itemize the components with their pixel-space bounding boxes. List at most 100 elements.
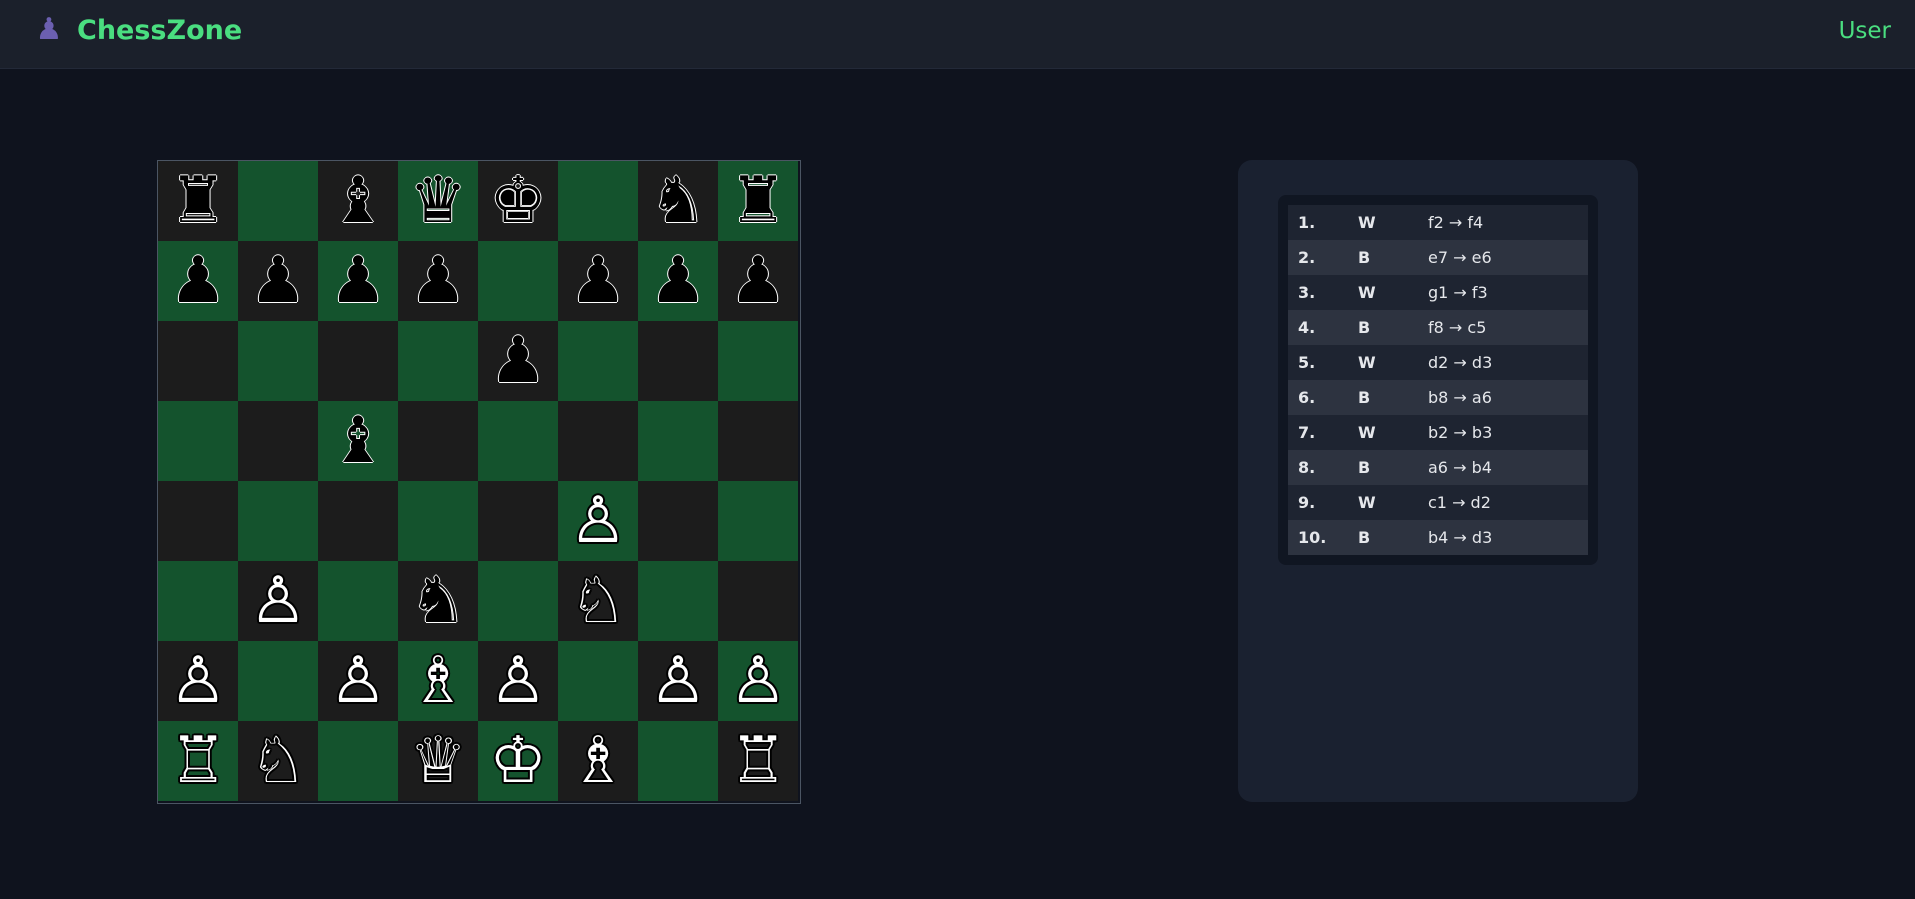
black-bishop-icon[interactable]: ♝: [329, 169, 386, 233]
square-h6[interactable]: [718, 321, 798, 401]
square-b8[interactable]: [238, 161, 318, 241]
black-bishop-icon[interactable]: ♝: [329, 409, 386, 473]
square-g7[interactable]: ♟: [638, 241, 718, 321]
square-c2[interactable]: ♙: [318, 641, 398, 721]
move-number: 3.: [1298, 283, 1316, 302]
brand-logo-text[interactable]: ChessZone: [77, 13, 242, 49]
white-knight-icon[interactable]: ♘: [249, 729, 306, 793]
white-pawn-icon[interactable]: ♙: [329, 649, 386, 713]
square-c7[interactable]: ♟: [318, 241, 398, 321]
square-a6[interactable]: [158, 321, 238, 401]
square-d5[interactable]: [398, 401, 478, 481]
black-pawn-icon[interactable]: ♟: [329, 249, 386, 313]
square-a1[interactable]: ♖: [158, 721, 238, 801]
square-c4[interactable]: [318, 481, 398, 561]
square-g6[interactable]: [638, 321, 718, 401]
square-b6[interactable]: [238, 321, 318, 401]
black-king-icon[interactable]: ♚: [489, 169, 546, 233]
black-rook-icon[interactable]: ♜: [729, 169, 786, 233]
white-bishop-icon[interactable]: ♗: [569, 729, 626, 793]
black-pawn-icon[interactable]: ♟: [249, 249, 306, 313]
square-d7[interactable]: ♟: [398, 241, 478, 321]
square-a7[interactable]: ♟: [158, 241, 238, 321]
square-b1[interactable]: ♘: [238, 721, 318, 801]
square-a2[interactable]: ♙: [158, 641, 238, 721]
square-h1[interactable]: ♖: [718, 721, 798, 801]
white-pawn-icon[interactable]: ♙: [649, 649, 706, 713]
square-d8[interactable]: ♛: [398, 161, 478, 241]
square-d3[interactable]: ♞: [398, 561, 478, 641]
black-pawn-icon[interactable]: ♟: [169, 249, 226, 313]
black-knight-icon[interactable]: ♞: [649, 169, 706, 233]
white-rook-icon[interactable]: ♖: [169, 729, 226, 793]
square-g8[interactable]: ♞: [638, 161, 718, 241]
black-pawn-icon[interactable]: ♟: [569, 249, 626, 313]
white-bishop-icon[interactable]: ♗: [409, 649, 466, 713]
square-e8[interactable]: ♚: [478, 161, 558, 241]
white-rook-icon[interactable]: ♖: [729, 729, 786, 793]
square-f6[interactable]: [558, 321, 638, 401]
square-e2[interactable]: ♙: [478, 641, 558, 721]
square-f8[interactable]: [558, 161, 638, 241]
white-pawn-icon[interactable]: ♙: [169, 649, 226, 713]
black-pawn-icon[interactable]: ♟: [729, 249, 786, 313]
square-f2[interactable]: [558, 641, 638, 721]
square-e1[interactable]: ♔: [478, 721, 558, 801]
move-notation: b4 → d3: [1428, 528, 1493, 547]
square-e4[interactable]: [478, 481, 558, 561]
square-h5[interactable]: [718, 401, 798, 481]
square-e3[interactable]: [478, 561, 558, 641]
black-pawn-icon[interactable]: ♟: [409, 249, 466, 313]
white-pawn-icon[interactable]: ♙: [729, 649, 786, 713]
white-pawn-icon[interactable]: ♙: [489, 649, 546, 713]
square-g3[interactable]: [638, 561, 718, 641]
square-e5[interactable]: [478, 401, 558, 481]
square-f4[interactable]: ♙: [558, 481, 638, 561]
square-h2[interactable]: ♙: [718, 641, 798, 721]
square-h7[interactable]: ♟: [718, 241, 798, 321]
square-g1[interactable]: [638, 721, 718, 801]
square-h8[interactable]: ♜: [718, 161, 798, 241]
user-menu-link[interactable]: User: [1839, 15, 1891, 47]
square-g2[interactable]: ♙: [638, 641, 718, 721]
square-d2[interactable]: ♗: [398, 641, 478, 721]
square-d6[interactable]: [398, 321, 478, 401]
square-f1[interactable]: ♗: [558, 721, 638, 801]
square-a4[interactable]: [158, 481, 238, 561]
square-f7[interactable]: ♟: [558, 241, 638, 321]
square-c8[interactable]: ♝: [318, 161, 398, 241]
square-b5[interactable]: [238, 401, 318, 481]
square-c5[interactable]: ♝: [318, 401, 398, 481]
square-h4[interactable]: [718, 481, 798, 561]
black-rook-icon[interactable]: ♜: [169, 169, 226, 233]
square-b3[interactable]: ♙: [238, 561, 318, 641]
white-pawn-icon[interactable]: ♙: [569, 489, 626, 553]
square-f5[interactable]: [558, 401, 638, 481]
square-d1[interactable]: ♕: [398, 721, 478, 801]
black-knight-icon[interactable]: ♞: [409, 569, 466, 633]
black-pawn-icon[interactable]: ♟: [649, 249, 706, 313]
black-queen-icon[interactable]: ♛: [409, 169, 466, 233]
square-b7[interactable]: ♟: [238, 241, 318, 321]
square-b4[interactable]: [238, 481, 318, 561]
white-king-icon[interactable]: ♔: [489, 729, 546, 793]
square-a5[interactable]: [158, 401, 238, 481]
square-c1[interactable]: [318, 721, 398, 801]
square-f3[interactable]: ♘: [558, 561, 638, 641]
square-a8[interactable]: ♜: [158, 161, 238, 241]
square-h3[interactable]: [718, 561, 798, 641]
square-b2[interactable]: [238, 641, 318, 721]
white-pawn-icon[interactable]: ♙: [249, 569, 306, 633]
white-queen-icon[interactable]: ♕: [409, 729, 466, 793]
square-e7[interactable]: [478, 241, 558, 321]
square-e6[interactable]: ♟: [478, 321, 558, 401]
square-c6[interactable]: [318, 321, 398, 401]
square-g4[interactable]: [638, 481, 718, 561]
square-c3[interactable]: [318, 561, 398, 641]
move-row: 4. Bf8 → c5: [1288, 310, 1588, 345]
black-pawn-icon[interactable]: ♟: [489, 329, 546, 393]
square-a3[interactable]: [158, 561, 238, 641]
white-knight-icon[interactable]: ♘: [569, 569, 626, 633]
square-d4[interactable]: [398, 481, 478, 561]
square-g5[interactable]: [638, 401, 718, 481]
